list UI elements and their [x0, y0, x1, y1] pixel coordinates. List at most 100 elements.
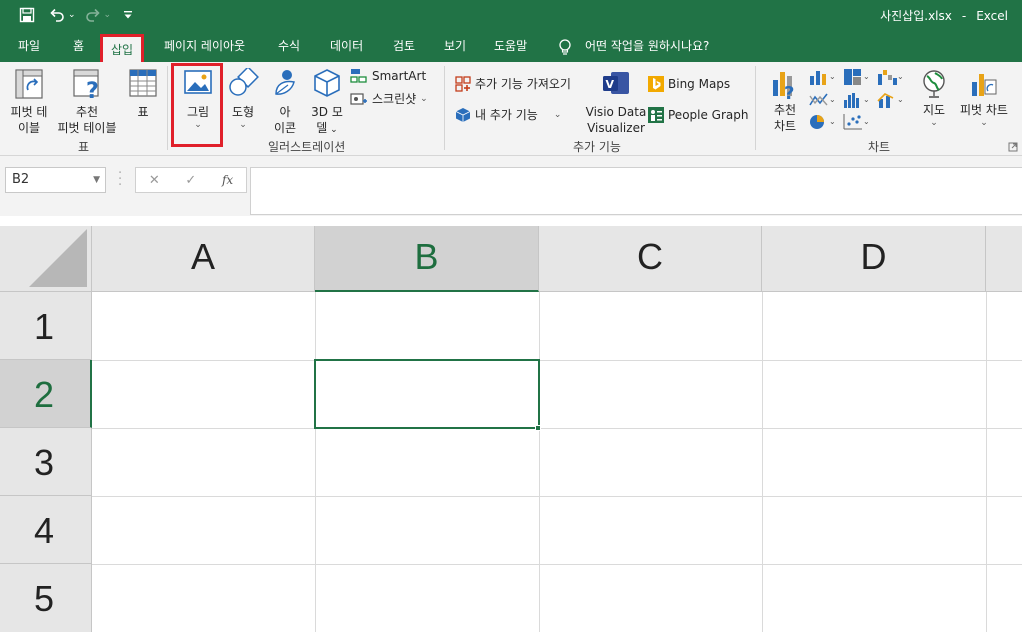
customize-qat-button[interactable]	[115, 4, 141, 26]
app-name: Excel	[976, 9, 1008, 23]
pivot-chart-dropdown-icon: ⌄	[980, 118, 988, 128]
my-addins-label: 내 추가 기능	[475, 108, 538, 122]
ribbon-tabs: 파일 홈 삽입 페이지 레이아웃 수식 데이터 검토 보기 도움말 어떤 작업을…	[0, 30, 1022, 62]
save-icon	[19, 7, 35, 23]
redo-icon	[85, 8, 100, 22]
tell-me-search[interactable]: 어떤 작업을 원하시나요?	[585, 30, 709, 62]
bing-icon	[648, 76, 664, 92]
table-button[interactable]: 표	[125, 68, 161, 120]
tab-page-layout[interactable]: 페이지 레이아웃	[164, 30, 245, 62]
smartart-icon	[350, 69, 367, 83]
column-chart-dropdown-icon[interactable]: ⌄	[829, 72, 836, 81]
bing-maps-button[interactable]: Bing Maps	[648, 76, 730, 92]
column-header-d[interactable]: D	[762, 226, 986, 292]
illustrations-group-label: 일러스트레이션	[268, 140, 346, 154]
scatter-chart-icon[interactable]	[842, 113, 864, 131]
tab-home[interactable]: 홈	[73, 30, 84, 62]
shapes-button[interactable]: 도형 ⌄	[223, 68, 263, 130]
waterfall-chart-icon[interactable]	[876, 68, 898, 86]
group-separator	[167, 66, 168, 150]
select-all-icon	[29, 229, 87, 287]
line-chart-icon[interactable]	[808, 91, 830, 109]
icons-button[interactable]: 아 이콘	[266, 68, 304, 136]
row-header-5-label: 5	[34, 578, 55, 619]
svg-text:V: V	[606, 78, 615, 91]
pie-chart-dropdown-icon[interactable]: ⌄	[829, 117, 836, 126]
tab-file[interactable]: 파일	[18, 30, 40, 62]
tab-formulas[interactable]: 수식	[278, 30, 300, 62]
pivot-chart-button[interactable]: 피벗 차트 ⌄	[954, 68, 1014, 128]
tab-view[interactable]: 보기	[444, 30, 466, 62]
row-header-2[interactable]: 2	[0, 360, 92, 428]
tab-insert[interactable]: 삽입	[100, 34, 145, 62]
3d-models-button[interactable]: 3D 모 델 ⌄	[306, 68, 348, 138]
recommended-pivot-button[interactable]: ? 추천 피벗 테이블	[54, 68, 120, 136]
icons-icon	[275, 70, 295, 95]
ribbon: 피벗 테 이블 ? 추천 피벗 테이블 표 표 그림 ⌄ 도형 ⌄ 아 이콘 3…	[0, 62, 1022, 156]
row-header-2-label: 2	[34, 374, 55, 415]
insert-function-icon[interactable]: fx	[222, 173, 233, 187]
hierarchy-chart-icon[interactable]	[842, 68, 864, 86]
smartart-label: SmartArt	[372, 69, 427, 83]
statistic-chart-dropdown-icon[interactable]: ⌄	[863, 95, 870, 104]
formula-bar-grip-icon[interactable]: · · ·	[118, 167, 122, 192]
cancel-icon[interactable]: ✕	[149, 173, 160, 188]
name-box-value: B2	[12, 172, 30, 187]
icons-label-2: 이콘	[273, 121, 297, 135]
table-icon	[129, 69, 157, 97]
my-addins-button[interactable]: 내 추가 기능 ⌄	[455, 106, 561, 123]
pivot-table-label-1: 피벗 테	[10, 105, 48, 119]
row-header-1[interactable]: 1	[0, 292, 92, 360]
globe-icon	[923, 70, 945, 98]
name-box[interactable]: B2 ▼	[5, 167, 106, 193]
cells-area[interactable]	[92, 292, 1022, 632]
svg-text:?: ?	[784, 83, 794, 100]
visio-visualizer-button[interactable]: V Visio Data Visualizer	[585, 68, 647, 136]
column-header-c[interactable]: C	[539, 226, 762, 292]
hierarchy-chart-dropdown-icon[interactable]: ⌄	[863, 72, 870, 81]
redo-dropdown-icon[interactable]: ⌄	[104, 10, 112, 20]
pictures-highlight	[171, 63, 223, 147]
dialog-launcher-icon[interactable]	[1008, 142, 1018, 152]
row-header-3[interactable]: 3	[0, 428, 92, 496]
recommended-charts-button[interactable]: ? 추천 차트	[764, 68, 806, 134]
combo-chart-dropdown-icon[interactable]: ⌄	[897, 95, 904, 104]
row-header-5[interactable]: 5	[0, 564, 92, 632]
column-header-b[interactable]: B	[315, 226, 539, 292]
customize-icon	[124, 11, 133, 19]
scatter-chart-dropdown-icon[interactable]: ⌄	[863, 117, 870, 126]
store-icon	[455, 75, 471, 92]
screenshot-button[interactable]: 스크린샷 ⌄	[350, 90, 428, 107]
combo-chart-icon[interactable]	[876, 91, 898, 109]
tab-help[interactable]: 도움말	[494, 30, 527, 62]
column-header-a[interactable]: A	[92, 226, 315, 292]
column-chart-icon[interactable]	[808, 68, 830, 86]
row-header-4[interactable]: 4	[0, 496, 92, 564]
selected-cell-b2[interactable]	[314, 359, 540, 429]
pie-chart-icon[interactable]	[808, 113, 830, 131]
fill-handle[interactable]	[535, 425, 541, 431]
pivot-table-button[interactable]: 피벗 테 이블	[6, 68, 52, 136]
statistic-chart-icon[interactable]	[842, 91, 864, 109]
enter-icon[interactable]: ✓	[185, 173, 196, 188]
undo-dropdown-icon[interactable]: ⌄	[68, 10, 76, 20]
name-box-dropdown-icon[interactable]: ▼	[93, 168, 100, 192]
waterfall-chart-dropdown-icon[interactable]: ⌄	[897, 72, 904, 81]
pivot-chart-label: 피벗 차트	[960, 103, 1008, 117]
smartart-button[interactable]: SmartArt	[350, 68, 426, 84]
line-chart-dropdown-icon[interactable]: ⌄	[829, 95, 836, 104]
tab-data[interactable]: 데이터	[330, 30, 363, 62]
redo-button[interactable]	[80, 4, 106, 26]
undo-button[interactable]	[44, 4, 70, 26]
3d-models-label-1: 3D 모	[311, 105, 343, 119]
people-graph-button[interactable]: People Graph	[648, 107, 749, 123]
column-header-e[interactable]	[986, 226, 1022, 292]
maps-dropdown-icon: ⌄	[930, 118, 938, 128]
select-all-button[interactable]	[0, 226, 92, 292]
formula-input[interactable]	[250, 167, 1022, 215]
maps-button[interactable]: 지도 ⌄	[916, 68, 952, 128]
save-button[interactable]	[14, 4, 40, 26]
get-addins-button[interactable]: 추가 기능 가져오기	[455, 75, 571, 92]
my-addins-dropdown-icon: ⌄	[553, 109, 562, 120]
tab-review[interactable]: 검토	[393, 30, 415, 62]
